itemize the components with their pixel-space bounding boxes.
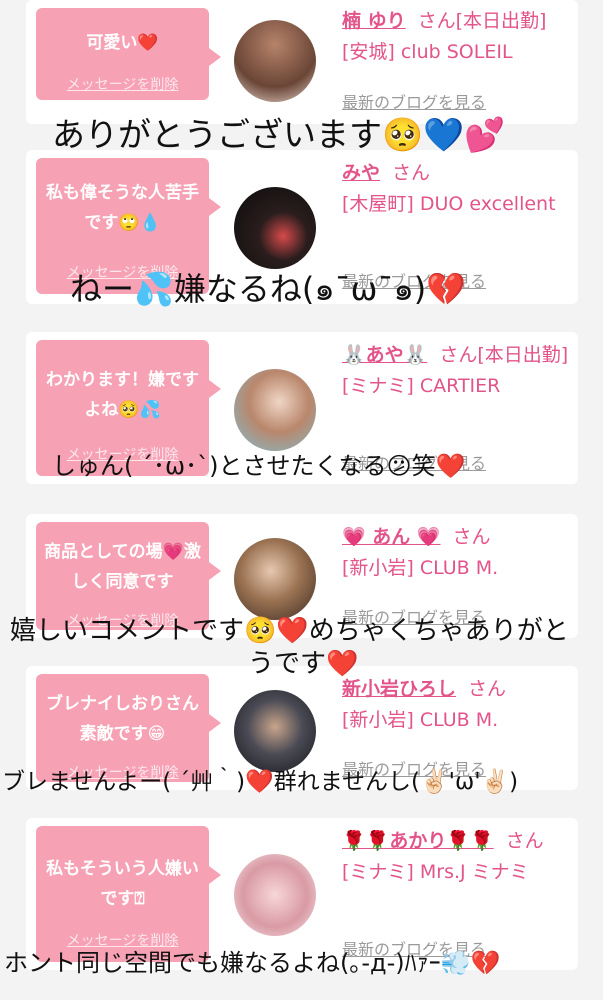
overlay-caption: しゅん( ´･ω･`)とさせたくなる😕笑❤️: [52, 452, 466, 480]
comment-bubble: 私もそういう人嫌いです⍰ メッセージを削除: [36, 826, 221, 962]
profile-info: 🌹🌹あかり🌹🌹 さん [ミナミ] Mrs.J ミナミ: [342, 826, 578, 888]
comment-bubble: 可愛い❤️ メッセージを削除: [36, 8, 221, 100]
overlay-caption: ねー💦嫌なるね(๑¯ω¯๑)💔: [70, 270, 467, 308]
profile-name-link[interactable]: 新小岩ひろし: [342, 678, 456, 700]
shop-name: [木屋町] DUO excellent: [342, 193, 556, 215]
comment-text: 私もそういう人嫌いです⍰: [46, 859, 199, 909]
comment-text: ブレナイしおりさん素敵です😁: [46, 694, 199, 744]
overlay-caption: ありがとうございます🥺💙💕: [52, 115, 506, 154]
profile-info: みや さん [木屋町] DUO excellent: [342, 158, 578, 220]
honorific-status: さん[本日出勤]: [417, 10, 547, 32]
profile-info: 新小岩ひろし さん [新小岩] CLUB M.: [342, 674, 578, 736]
profile-info: 楠 ゆり さん[本日出勤] [安城] club SOLEIL: [342, 6, 578, 68]
comment-text: 私も偉そうな人苦手です🙄💧: [46, 183, 199, 233]
shop-name: [安城] club SOLEIL: [342, 41, 513, 63]
message-card: 可愛い❤️ メッセージを削除 楠 ゆり さん[本日出勤] [安城] club SO…: [26, 0, 578, 124]
overlay-caption: うです❤️: [248, 649, 359, 679]
honorific-status: さん: [392, 162, 431, 184]
profile-info: 🐰あや🐰 さん[本日出勤] [ミナミ] CARTIER: [342, 340, 578, 402]
honorific-status: さん[本日出勤]: [439, 344, 569, 366]
avatar[interactable]: [234, 690, 316, 772]
delete-message-link[interactable]: メッセージを削除: [36, 74, 209, 94]
overlay-caption: 嬉しいコメントです🥺❤️めちゃくちゃありがと: [10, 616, 569, 646]
avatar[interactable]: [234, 187, 316, 269]
avatar[interactable]: [234, 854, 316, 936]
comment-text: わかります！嫌ですよね🥺💦: [46, 370, 199, 420]
shop-name: [新小岩] CLUB M.: [342, 557, 499, 579]
honorific-status: さん: [468, 678, 507, 700]
overlay-caption: ホント同じ空間でも嫌なるよね(｡-д-)ﾊｧｰ💨💔: [4, 949, 501, 977]
comment-text: 可愛い❤️: [86, 33, 159, 53]
shop-name: [ミナミ] Mrs.J ミナミ: [342, 861, 529, 883]
profile-name-link[interactable]: 🌹🌹あかり🌹🌹: [342, 830, 494, 852]
honorific-status: さん: [505, 830, 544, 852]
shop-name: [新小岩] CLUB M.: [342, 709, 499, 731]
comment-text: 商品としての場💗激しく同意です: [44, 542, 201, 592]
profile-name-link[interactable]: 楠 ゆり: [342, 10, 406, 32]
honorific-status: さん: [452, 526, 491, 548]
profile-name-link[interactable]: 🐰あや🐰: [342, 344, 427, 366]
profile-info: 💗 あん 💗 さん [新小岩] CLUB M.: [342, 522, 578, 584]
avatar[interactable]: [234, 538, 316, 620]
profile-name-link[interactable]: 💗 あん 💗: [342, 526, 441, 548]
profile-name-link[interactable]: みや: [342, 162, 380, 184]
overlay-caption: ブレませんよー( ´艸｀)❤️群れませんし(✌🏻'ω'✌🏻): [2, 769, 519, 795]
shop-name: [ミナミ] CARTIER: [342, 375, 501, 397]
avatar[interactable]: [234, 369, 316, 451]
avatar[interactable]: [234, 20, 316, 102]
